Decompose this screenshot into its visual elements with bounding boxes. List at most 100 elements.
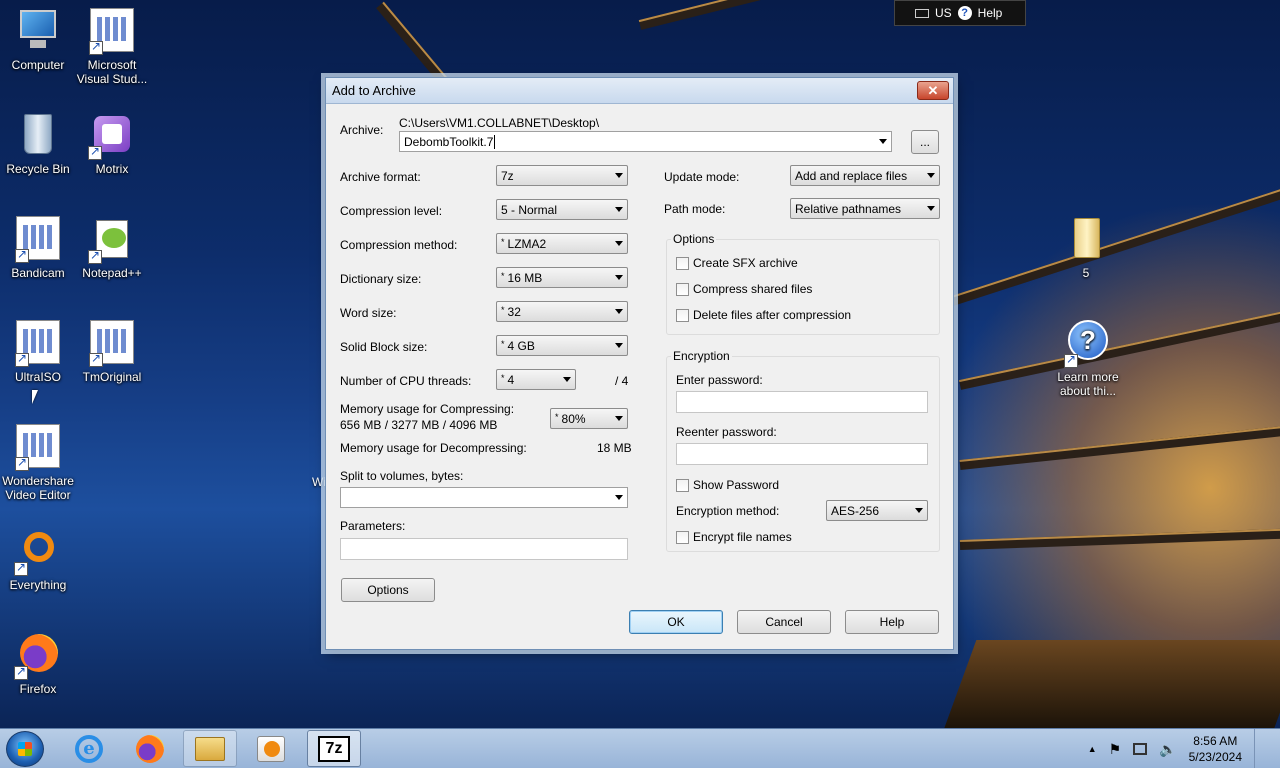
- network-icon[interactable]: [1133, 743, 1148, 755]
- solid-block-size-value: 4 GB: [507, 339, 535, 353]
- desktop-icon-label: UltraISO: [14, 370, 61, 384]
- archive-name-combo[interactable]: DebombToolkit.7: [399, 131, 892, 152]
- checkbox-label: Encrypt file names: [693, 530, 792, 544]
- compress-shared-checkbox[interactable]: Compress shared files: [676, 282, 812, 296]
- asterisk-icon: *: [501, 305, 505, 315]
- encrypt-file-names-checkbox[interactable]: Encrypt file names: [676, 530, 792, 544]
- desktop-icon-bandicam[interactable]: Bandicam: [0, 216, 76, 280]
- checkbox-box[interactable]: [676, 282, 689, 296]
- memory-decompress-value: 18 MB: [597, 441, 632, 455]
- show-desktop-button[interactable]: [1254, 729, 1264, 768]
- help-icon[interactable]: ?: [957, 6, 972, 20]
- cpu-threads-max: / 4: [615, 374, 629, 388]
- browse-button[interactable]: ...: [911, 130, 939, 154]
- firefox-icon: [136, 734, 164, 763]
- langbar-help[interactable]: Help: [978, 6, 1003, 20]
- show-password-checkbox[interactable]: Show Password: [676, 478, 779, 492]
- document-icon: [89, 320, 134, 367]
- update-mode-select[interactable]: Add and replace files: [790, 165, 940, 186]
- cpu-threads-select[interactable]: * 4: [496, 369, 576, 390]
- folder-icon: [1064, 216, 1108, 260]
- show-hidden-icons-icon[interactable]: ▲: [1088, 744, 1097, 754]
- shortcut-arrow-icon: [89, 351, 103, 367]
- keyboard-icon: [915, 8, 929, 18]
- desktop-icon-label: Wondershare Video Editor: [2, 474, 74, 502]
- desktop-icon-wondershare[interactable]: Wondershare Video Editor: [0, 424, 76, 502]
- dictionary-size-label: Dictionary size:: [340, 272, 422, 286]
- compression-method-select[interactable]: * LZMA2: [496, 233, 628, 254]
- chevron-down-icon: [563, 377, 571, 382]
- delete-after-compression-checkbox[interactable]: Delete files after compression: [676, 308, 851, 322]
- help-icon: ?: [1064, 320, 1110, 368]
- desktop-icon-motrix[interactable]: Motrix: [74, 112, 150, 176]
- taskbar-explorer[interactable]: [183, 730, 237, 767]
- cancel-button[interactable]: Cancel: [737, 610, 831, 634]
- checkbox-box[interactable]: [676, 308, 689, 322]
- dialog-titlebar[interactable]: Add to Archive: [326, 78, 953, 104]
- chevron-down-icon: [615, 275, 623, 280]
- word-size-select[interactable]: * 32: [496, 301, 628, 322]
- desktop-icon-tmoriginal[interactable]: TmOriginal: [74, 320, 150, 384]
- taskbar-7zip[interactable]: 7z: [307, 730, 361, 767]
- dictionary-size-select[interactable]: * 16 MB: [496, 267, 628, 288]
- parameters-input[interactable]: [340, 538, 628, 560]
- desktop-icon-label: Recycle Bin: [6, 162, 70, 176]
- language-indicator[interactable]: US: [935, 6, 952, 20]
- options-group-title: Options: [671, 232, 717, 246]
- desktop-icon-label: Notepad++: [82, 266, 142, 280]
- checkbox-box[interactable]: [676, 478, 689, 492]
- memory-usage-select[interactable]: * 80%: [550, 408, 628, 429]
- clock-date: 5/23/2024: [1188, 750, 1242, 764]
- clock-time: 8:56 AM: [1193, 734, 1238, 748]
- ok-button[interactable]: OK: [629, 610, 723, 634]
- desktop-icon-label: 5: [1082, 266, 1090, 280]
- desktop-icon-ultraiso[interactable]: UltraISO: [0, 320, 76, 384]
- path-mode-value: Relative pathnames: [795, 202, 902, 216]
- language-bar[interactable]: US ? Help: [894, 0, 1026, 26]
- reenter-password-input[interactable]: [676, 443, 928, 465]
- taskbar-media-player[interactable]: [244, 730, 298, 767]
- clock[interactable]: 8:56 AM 5/23/2024: [1189, 733, 1242, 765]
- checkbox-box[interactable]: [676, 256, 689, 270]
- parameters-label: Parameters:: [340, 519, 406, 533]
- memory-usage-value: 80%: [561, 412, 586, 426]
- split-volumes-combo[interactable]: [340, 487, 628, 508]
- desktop-icon-visual-studio[interactable]: Microsoft Visual Stud...: [74, 8, 150, 86]
- asterisk-icon: *: [501, 373, 505, 383]
- encryption-method-select[interactable]: AES-256: [826, 500, 928, 521]
- asterisk-icon: *: [501, 271, 505, 281]
- help-button[interactable]: Help: [845, 610, 939, 634]
- archive-format-select[interactable]: 7z: [496, 165, 628, 186]
- desktop-icon-learn-more[interactable]: ? Learn more about thi...: [1050, 320, 1126, 398]
- chevron-down-icon: [927, 173, 935, 178]
- 7zip-icon: 7z: [318, 735, 350, 762]
- taskbar-internet-explorer[interactable]: e: [62, 730, 116, 767]
- word-size-value: 32: [507, 305, 521, 319]
- wallpaper-road: [943, 640, 1280, 728]
- compression-level-select[interactable]: 5 - Normal: [496, 199, 628, 220]
- chevron-down-icon: [615, 343, 623, 348]
- desktop-icon-recycle-bin[interactable]: Recycle Bin: [0, 112, 76, 176]
- archive-format-value: 7z: [501, 169, 514, 183]
- desktop-icon-everything[interactable]: Everything: [0, 528, 76, 592]
- enter-password-input[interactable]: [676, 391, 928, 413]
- taskbar-firefox[interactable]: [123, 730, 177, 767]
- desktop-icon-label: Microsoft Visual Stud...: [76, 58, 148, 86]
- path-mode-select[interactable]: Relative pathnames: [790, 198, 940, 219]
- create-sfx-checkbox[interactable]: Create SFX archive: [676, 256, 798, 270]
- close-button[interactable]: ✕: [917, 81, 949, 100]
- archive-path: C:\Users\VM1.COLLABNET\Desktop\: [399, 116, 600, 130]
- desktop-icon-folder-5[interactable]: 5: [1048, 216, 1124, 280]
- desktop-icon-computer[interactable]: Computer: [0, 8, 76, 72]
- desktop-icon-notepad-plus-plus[interactable]: Notepad++: [74, 216, 150, 280]
- options-button[interactable]: Options: [341, 578, 435, 602]
- desktop-icon-firefox[interactable]: Firefox: [0, 632, 76, 696]
- action-center-flag-icon[interactable]: ⚑: [1109, 741, 1122, 758]
- solid-block-size-select[interactable]: * 4 GB: [496, 335, 628, 356]
- document-icon: [15, 424, 60, 471]
- checkbox-box[interactable]: [676, 530, 689, 544]
- chevron-down-icon: [915, 508, 923, 513]
- shortcut-arrow-icon: [15, 247, 29, 263]
- volume-icon[interactable]: 🔈: [1159, 741, 1176, 758]
- start-button[interactable]: [6, 731, 44, 767]
